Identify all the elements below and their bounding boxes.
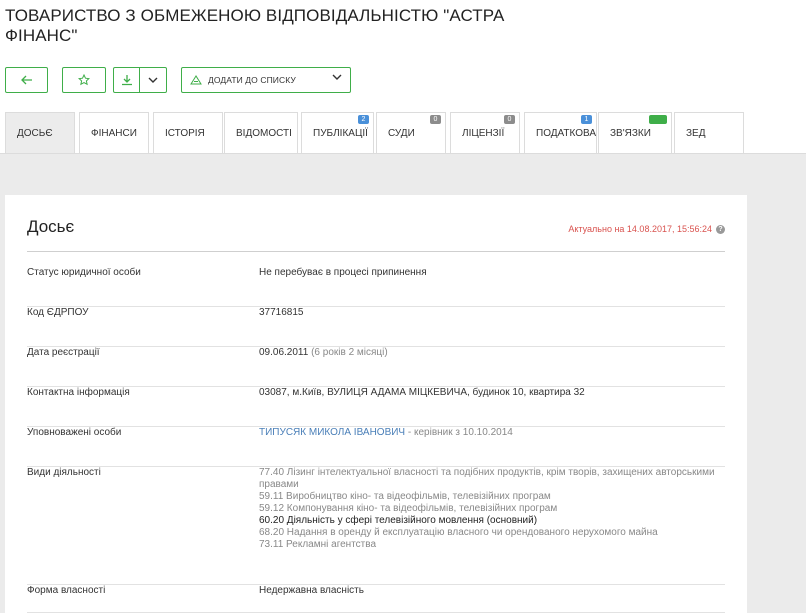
- row-ownership: Форма власності Недержавна власність: [27, 585, 725, 613]
- row-label: Види діяльності: [27, 467, 101, 478]
- courts-count-badge: 0: [430, 115, 441, 124]
- row-status: Статус юридичної особи Не перебуває в пр…: [27, 267, 725, 307]
- row-reg-date: Дата реєстрації 09.06.2011 (6 років 2 мі…: [27, 347, 725, 387]
- chevron-down-icon: [332, 74, 342, 80]
- download-icon: [121, 75, 132, 86]
- row-value: Не перебуває в процесі припинення: [259, 267, 427, 278]
- add-to-list-dropdown[interactable]: ДОДАТИ ДО СПИСКУ: [181, 67, 351, 93]
- tab-tax[interactable]: ПОДАТКОВА 1: [524, 112, 597, 154]
- row-label: Контактна інформація: [27, 387, 130, 398]
- question-icon[interactable]: ?: [716, 224, 725, 234]
- tab-licenses[interactable]: ЛІЦЕНЗІЇ 0: [450, 112, 520, 154]
- back-button[interactable]: [5, 67, 48, 93]
- row-value: 09.06.2011 (6 років 2 місяці): [259, 347, 388, 358]
- row-value: Недержавна власність: [259, 585, 364, 596]
- list-item: 77.40 Лізинг інтелектуальної власності т…: [259, 467, 715, 490]
- tab-details[interactable]: ВІДОМОСТІ: [224, 112, 298, 154]
- list-add-icon: [190, 75, 202, 85]
- reg-age-note: (6 років 2 місяці): [311, 347, 388, 358]
- list-item: 59.11 Виробництво кіно- та відеофільмів,…: [259, 491, 551, 502]
- beta-badge: beta: [649, 115, 667, 124]
- row-label: Код ЄДРПОУ: [27, 307, 89, 318]
- person-link[interactable]: ТИПУСЯК МИКОЛА ІВАНОВИЧ: [259, 427, 405, 438]
- list-item: 59.12 Компонування кіно- та відеофільмів…: [259, 503, 558, 514]
- tab-bar: ДОСЬЄ ФІНАНСИ ІСТОРІЯ ВІДОМОСТІ ПУБЛІКАЦ…: [5, 112, 806, 154]
- tab-connections[interactable]: ЗВ'ЯЗКИ beta: [598, 112, 672, 154]
- row-label: Форма власності: [27, 585, 106, 596]
- download-button[interactable]: [113, 67, 140, 93]
- tab-courts[interactable]: СУДИ 0: [376, 112, 446, 154]
- publications-count-badge: 2: [358, 115, 369, 124]
- tab-publications[interactable]: ПУБЛІКАЦІЇ 2: [301, 112, 374, 154]
- arrow-left-icon: [20, 75, 32, 85]
- row-label: Статус юридичної особи: [27, 267, 141, 278]
- row-value: 03087, м.Київ, ВУЛИЦЯ АДАМА МІЦКЕВИЧА, б…: [259, 387, 585, 398]
- tab-history[interactable]: ІСТОРІЯ: [153, 112, 223, 154]
- chevron-down-icon: [148, 77, 158, 83]
- dossier-card: Досьє Актуально на 14.08.2017, 15:56:24 …: [5, 195, 747, 613]
- row-value: 37716815: [259, 307, 304, 318]
- row-contacts: Контактна інформація 03087, м.Київ, ВУЛИ…: [27, 387, 725, 427]
- tab-dossier[interactable]: ДОСЬЄ: [5, 112, 75, 154]
- star-icon: [78, 74, 90, 86]
- row-label: Уповноважені особи: [27, 427, 122, 438]
- tax-count-badge: 1: [581, 115, 592, 124]
- company-title: ТОВАРИСТВО З ОБМЕЖЕНОЮ ВІДПОВІДАЛЬНІСТЮ …: [5, 6, 505, 45]
- actual-timestamp: Актуально на 14.08.2017, 15:56:24 ?: [568, 224, 725, 234]
- list-item: 73.11 Рекламні агентства: [259, 539, 377, 550]
- card-title: Досьє: [27, 217, 75, 236]
- row-code: Код ЄДРПОУ 37716815: [27, 307, 725, 347]
- licenses-count-badge: 0: [504, 115, 515, 124]
- row-activities: Види діяльності 77.40 Лізинг інтелектуал…: [27, 467, 725, 585]
- divider: [27, 251, 725, 252]
- person-role: - керівник з 10.10.2014: [407, 427, 513, 438]
- list-item: 60.20 Діяльність у сфері телевізійного м…: [259, 515, 538, 526]
- row-value: ТИПУСЯК МИКОЛА ІВАНОВИЧ - керівник з 10.…: [259, 427, 513, 438]
- row-persons: Уповноважені особи ТИПУСЯК МИКОЛА ІВАНОВ…: [27, 427, 725, 467]
- list-item: 68.20 Надання в оренду й експлуатацію вл…: [259, 527, 658, 538]
- add-to-list-label: ДОДАТИ ДО СПИСКУ: [208, 75, 296, 85]
- download-options-button[interactable]: [139, 67, 167, 93]
- tab-foreign-trade[interactable]: ЗЕД: [674, 112, 744, 154]
- tab-finances[interactable]: ФІНАНСИ: [79, 112, 149, 154]
- activities-list: 77.40 Лізинг інтелектуальної власності т…: [259, 467, 719, 551]
- favorite-button[interactable]: [62, 67, 106, 93]
- row-label: Дата реєстрації: [27, 347, 100, 358]
